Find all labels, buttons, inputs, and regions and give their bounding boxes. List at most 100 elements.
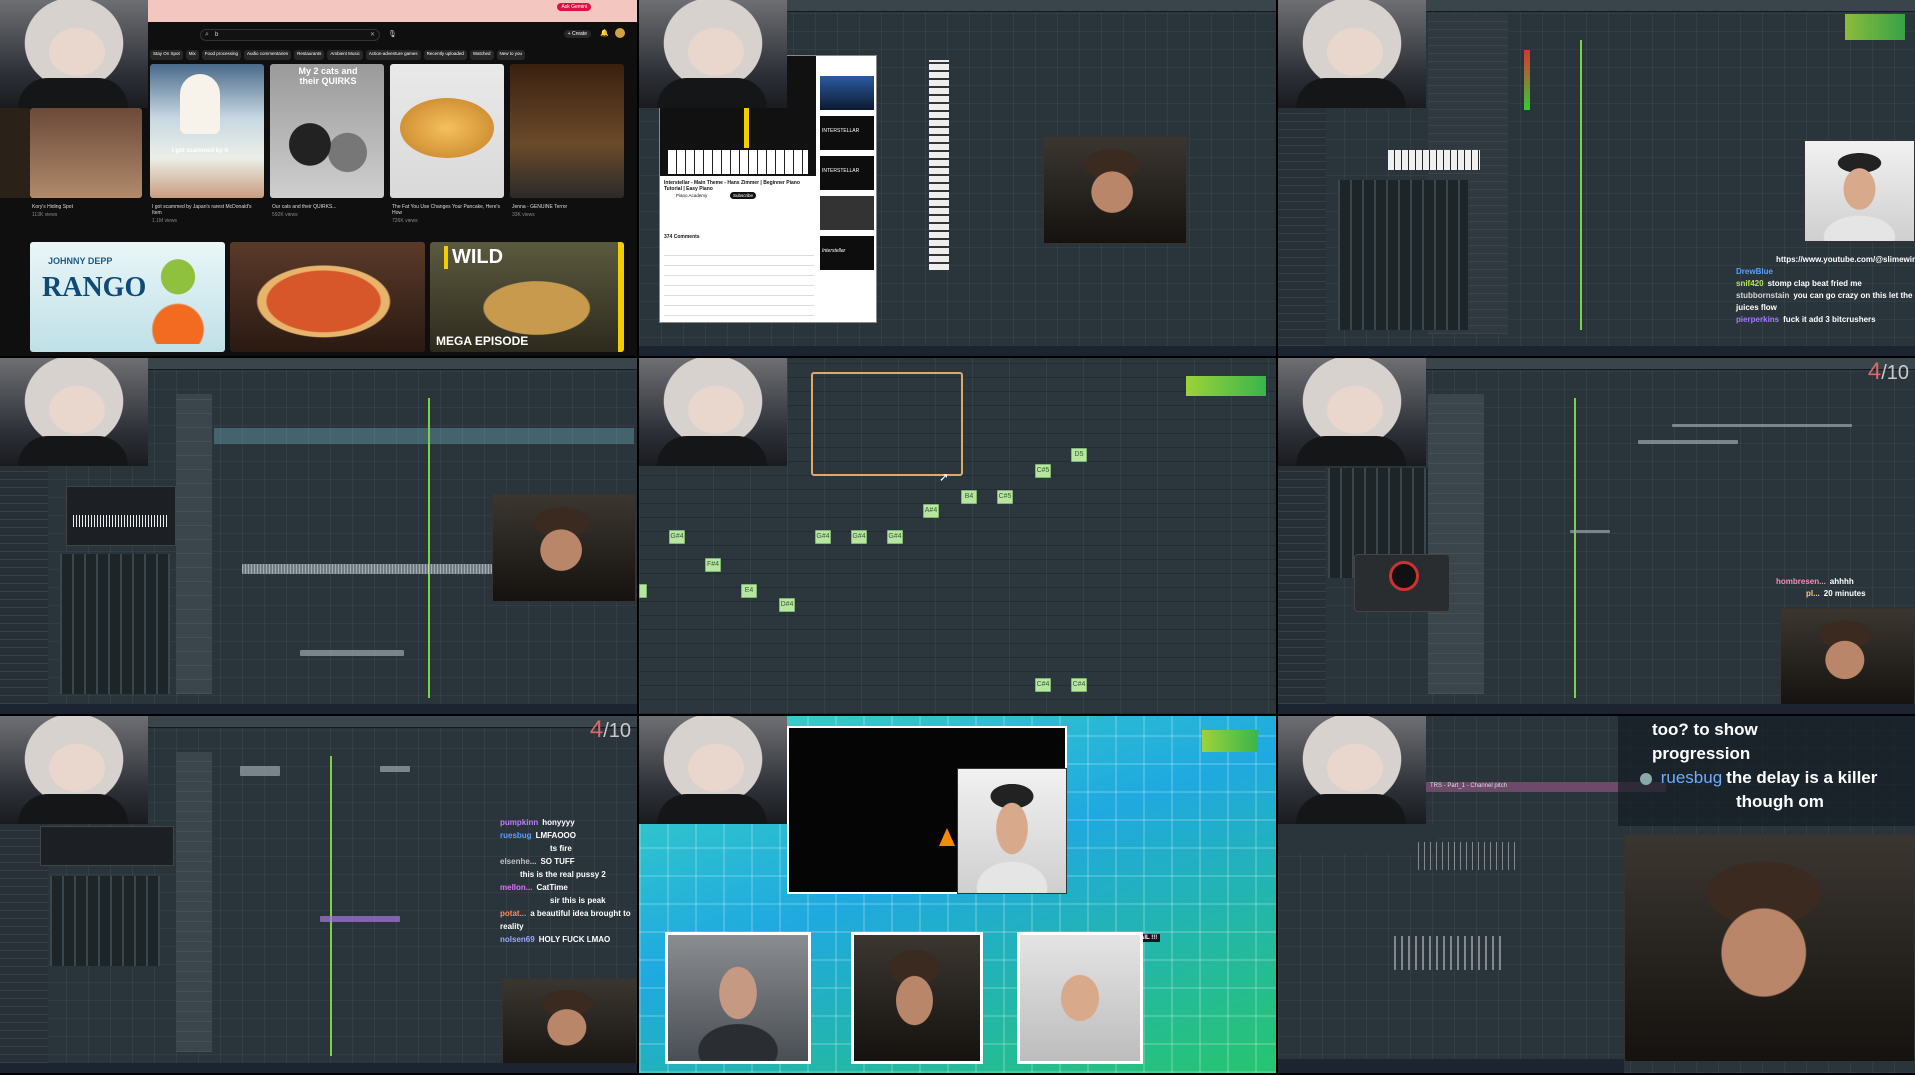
video-thumbnail-wild[interactable]: WILD MEGA EPISODE [430,242,624,352]
mini-piano [1388,150,1480,170]
counter-total: /10 [603,720,631,742]
video-thumbnail[interactable] [390,64,504,198]
wild-title: WILD [444,246,503,269]
chip[interactable]: Recently uploaded [423,50,467,60]
mic-icon[interactable]: 🎙 [388,30,397,38]
chip[interactable]: Watched [469,50,494,60]
audio-clip[interactable] [380,766,410,772]
selection-box[interactable] [811,372,963,476]
note[interactable]: A#4 [923,504,939,518]
note[interactable]: E4 [741,584,757,598]
video-thumbnail-rango[interactable]: JOHNNY DEPP RANGO [30,242,225,352]
note[interactable]: G#4 [851,530,867,544]
note[interactable]: C#5 [997,490,1013,504]
close-icon[interactable]: ✕ [370,31,375,38]
video-title[interactable]: Kory's Hiding Spot [32,204,142,210]
chip[interactable]: Stay On Spot [150,50,183,60]
audio-clip[interactable] [300,650,404,656]
video-title[interactable]: Jenna - GENUINE Terror [512,204,622,210]
chat-message: this is the real pussy 2 [520,870,606,879]
subscribe-button[interactable]: Subscribe [730,192,757,199]
chip[interactable]: New to you [496,50,526,60]
chip[interactable]: Restaurants [294,50,325,60]
gemini-button[interactable]: Ask Gemini [557,3,591,11]
suggestion-thumb[interactable]: Interstellar [820,236,874,270]
streamer-webcam [0,716,148,824]
avatar[interactable] [615,28,625,38]
note[interactable]: C#5 [1035,464,1051,478]
bell-icon[interactable]: 🔔 [600,29,609,37]
streamer-webcam [1278,716,1426,824]
chip[interactable]: Ambient Music [327,50,363,60]
chat-message: https://www.youtube.com/@slimewireVODS [1776,255,1915,264]
search-box[interactable]: ⌕ b ✕ [200,29,380,41]
suggestion-thumb[interactable] [820,76,874,110]
video-thumbnail[interactable]: I got scammed by it [150,64,264,198]
audio-clip[interactable] [1638,440,1738,444]
note[interactable]: C#4 [1035,678,1051,692]
suggestion-thumb[interactable]: INTERSTELLAR [820,116,874,150]
audio-clip[interactable] [320,916,400,922]
video-title[interactable]: I got scammed by Japan's rarest McDonald… [152,204,262,216]
audio-clip[interactable] [1570,530,1610,533]
video-thumbnail[interactable]: My 2 cats and their QUIRKS [270,64,384,198]
note[interactable]: C#4 [1071,678,1087,692]
plugin-window [40,826,174,866]
suggestion-thumb[interactable]: INTERSTELLAR [820,156,874,190]
video-thumbnail[interactable] [30,108,142,198]
comment-count: 374 Comments [664,234,700,240]
guest-webcam [851,932,983,1064]
guest-webcam [1017,932,1143,1064]
create-button[interactable]: + Create [563,30,591,38]
note[interactable]: B4 [961,490,977,504]
rango-title: RANGO [42,272,147,303]
note[interactable] [639,584,647,598]
chat-overlay: https://www.youtube.com/@slimewireVODS D… [1736,254,1915,326]
note[interactable]: G#4 [815,530,831,544]
guest-webcam [665,932,811,1064]
audio-clip[interactable] [1418,842,1518,870]
chip[interactable]: Audio commentaries [244,50,292,60]
video-thumbnail[interactable] [510,64,624,198]
guest-webcam [1043,136,1187,244]
chip[interactable]: Action-adventure games [365,50,421,60]
suggestion-thumb[interactable] [820,196,874,230]
suggestions-column: INTERSTELLAR INTERSTELLAR Interstellar [820,76,874,316]
search-icon: ⌕ [205,31,209,38]
streamer-chat-strip [0,108,30,198]
chat-overlay: pumpkinn honyyyy ruesbug LMFAOOO ts fire e… [500,816,636,946]
audio-clip[interactable] [1672,424,1852,427]
chip[interactable]: Mix [185,50,199,60]
search-query: b [215,32,219,38]
guest-webcam [1804,140,1915,242]
windows-taskbar [1278,346,1915,356]
guest-webcam [1624,834,1915,1062]
panel-piano-roll: ➚ G#4 F#4 E4 D#4 G#4 G#4 G#4 A#4 B4 C#5 … [639,358,1276,714]
note[interactable]: G#4 [887,530,903,544]
channel-name[interactable]: Piano Academy [676,193,707,198]
plugin-window [66,486,176,546]
chip[interactable]: Food processing [201,50,242,60]
note[interactable]: G#4 [669,530,685,544]
audio-clip[interactable] [240,766,280,776]
browser-sidebar [0,466,48,704]
knob-plugin[interactable] [1354,554,1450,612]
browser-sidebar [1278,108,1326,346]
audio-clip[interactable] [242,564,492,574]
mega-episode: MEGA EPISODE [436,334,529,348]
knob[interactable] [1389,561,1419,591]
chat-message: pierperkins fuck it add 3 bitcrushers [1736,315,1876,324]
video-title[interactable]: Our cats and their QUIRKS... [272,204,382,210]
channel-label: TRS - Part_1 - Channel pitch [1430,783,1508,789]
video-thumbnail-pizza[interactable] [230,242,425,352]
video-title[interactable]: The Fat You Use Changes Your Pancake, He… [392,204,502,216]
playhead [1580,40,1582,330]
streamer-webcam [639,0,787,108]
note[interactable]: F#4 [705,558,721,572]
chat-message: snif420 stomp clap beat fried me [1736,279,1862,288]
video-meta: 1.1M views [152,218,178,224]
note[interactable]: D5 [1071,448,1087,462]
audio-clip[interactable] [1394,936,1504,970]
note[interactable]: D#4 [779,598,795,612]
video-meta: 33K views [512,212,535,218]
